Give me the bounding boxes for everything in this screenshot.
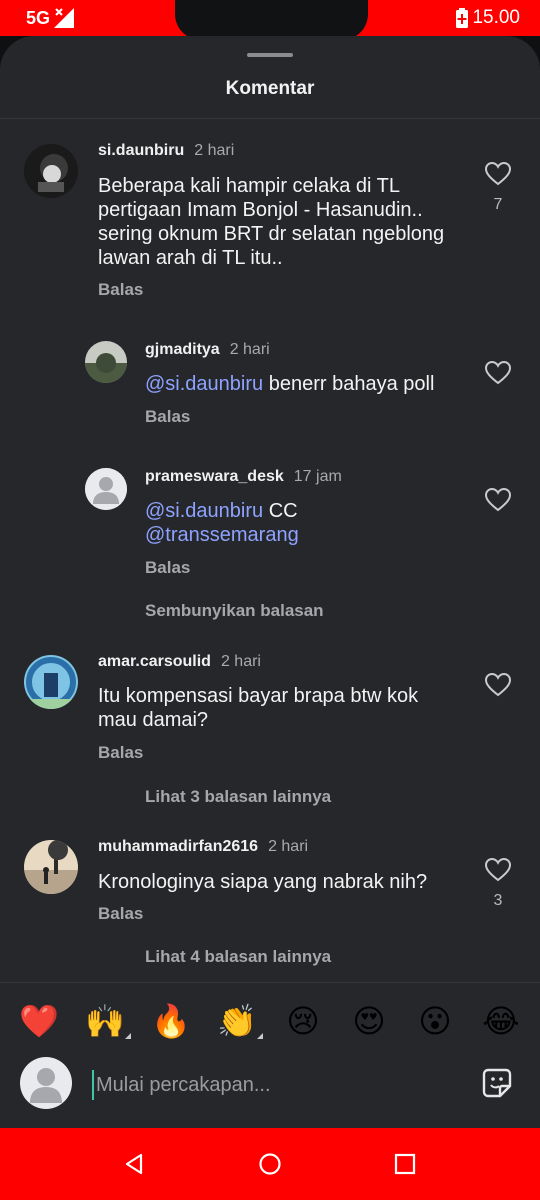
- avatar[interactable]: [24, 655, 78, 709]
- network-indicator: 5G: [26, 7, 76, 29]
- timestamp: 17 jam: [293, 468, 342, 485]
- heart-outline-icon: [485, 673, 511, 697]
- username[interactable]: muhammadirfan2616: [98, 838, 258, 855]
- sticker-icon[interactable]: [480, 1066, 514, 1100]
- avatar[interactable]: [24, 840, 78, 894]
- clock: 15.00: [472, 7, 520, 28]
- comment-text: @si.daunbiru CC @transsemarang: [145, 499, 465, 547]
- heart-outline-icon: [485, 361, 511, 385]
- emoji-surprised[interactable]: 😮: [415, 1001, 455, 1041]
- avatar[interactable]: [85, 468, 127, 510]
- emoji-glyph: 👏: [217, 1003, 257, 1039]
- reply-text: benerr bahaya poll: [263, 373, 435, 395]
- comment-meta: si.daunbiru 2 hari: [98, 142, 234, 160]
- username[interactable]: prameswara_desk: [145, 468, 284, 485]
- comments-sheet: Komentar si.daunbiru 2 hari Beberapa kali…: [0, 36, 540, 1128]
- battery-charging-icon: [456, 8, 469, 28]
- view-more-replies-button[interactable]: Lihat 3 balasan lainnya: [145, 787, 331, 807]
- reply-button[interactable]: Balas: [145, 407, 190, 427]
- timestamp: 2 hari: [268, 838, 309, 855]
- like-button[interactable]: [483, 673, 513, 697]
- drag-handle[interactable]: [247, 53, 293, 57]
- like-button[interactable]: 7: [483, 162, 513, 214]
- view-more-replies-button[interactable]: Lihat 4 balasan lainnya: [145, 947, 331, 967]
- comment-composer: [0, 1056, 540, 1128]
- reply-button[interactable]: Balas: [98, 904, 143, 924]
- comment-text: Itu kompensasi bayar brapa btw kok mau d…: [98, 685, 419, 731]
- own-avatar: [20, 1057, 72, 1109]
- emoji-fire[interactable]: 🔥: [151, 1001, 191, 1041]
- comment-meta: prameswara_desk 17 jam: [145, 468, 342, 486]
- heart-outline-icon: [485, 162, 511, 186]
- username[interactable]: gjmaditya: [145, 341, 220, 358]
- mention-link[interactable]: @transsemarang: [145, 524, 299, 546]
- camera-notch: [175, 0, 368, 40]
- comment-text: Beberapa kali hampir celaka di TL pertig…: [98, 175, 445, 269]
- comment-meta: gjmaditya 2 hari: [145, 341, 270, 359]
- heart-outline-icon: [485, 858, 511, 882]
- divider: [0, 118, 540, 119]
- status-right: 15.00: [456, 7, 520, 29]
- emoji-crying[interactable]: 😢: [283, 1001, 323, 1041]
- comment-text: @si.daunbiru benerr bahaya poll: [145, 372, 465, 396]
- reply-button[interactable]: Balas: [98, 743, 143, 763]
- comment-meta: muhammadirfan2616 2 hari: [98, 838, 308, 856]
- like-button[interactable]: [483, 361, 513, 385]
- emoji-glyph: 🙌: [85, 1003, 125, 1039]
- signal-icon: [54, 8, 75, 28]
- avatar[interactable]: [24, 144, 78, 198]
- avatar[interactable]: [85, 341, 127, 383]
- back-icon[interactable]: [122, 1152, 146, 1176]
- username[interactable]: si.daunbiru: [98, 142, 184, 159]
- reply-button[interactable]: Balas: [98, 280, 143, 300]
- like-button[interactable]: 3: [483, 858, 513, 910]
- like-button[interactable]: [483, 488, 513, 512]
- comment-input[interactable]: [92, 1070, 452, 1100]
- like-count: 7: [493, 196, 503, 213]
- mention-link[interactable]: @si.daunbiru: [145, 373, 263, 395]
- timestamp: 2 hari: [194, 142, 235, 159]
- skin-tone-caret-icon: [125, 1033, 131, 1039]
- emoji-heart[interactable]: ❤️: [19, 1001, 59, 1041]
- timestamp: 2 hari: [220, 653, 261, 670]
- timestamp: 2 hari: [229, 341, 270, 358]
- system-navigation-bar: [0, 1128, 540, 1200]
- network-type: 5G: [26, 7, 51, 28]
- emoji-reaction-bar: ❤️ 🙌 🔥 👏 😢 😍 😮 😂: [0, 982, 540, 1056]
- reply-text: CC: [263, 500, 298, 522]
- status-bar: 5G 15.00: [0, 0, 540, 40]
- like-count: 3: [493, 892, 503, 909]
- home-icon[interactable]: [258, 1152, 282, 1176]
- heart-outline-icon: [485, 488, 511, 512]
- recents-icon[interactable]: [393, 1152, 417, 1176]
- emoji-heart-eyes[interactable]: 😍: [349, 1001, 389, 1041]
- emoji-clapping[interactable]: 👏: [217, 1001, 263, 1041]
- emoji-laughing[interactable]: 😂: [481, 1001, 521, 1041]
- comment-text: Kronologinya siapa yang nabrak nih?: [98, 871, 428, 893]
- username[interactable]: amar.carsoulid: [98, 653, 211, 670]
- sheet-title: Komentar: [225, 78, 315, 99]
- skin-tone-caret-icon: [257, 1033, 263, 1039]
- hide-replies-button[interactable]: Sembunyikan balasan: [145, 601, 324, 621]
- mention-link[interactable]: @si.daunbiru: [145, 500, 263, 522]
- emoji-raising-hands[interactable]: 🙌: [85, 1001, 131, 1041]
- reply-button[interactable]: Balas: [145, 558, 190, 578]
- comment-meta: amar.carsoulid 2 hari: [98, 653, 261, 671]
